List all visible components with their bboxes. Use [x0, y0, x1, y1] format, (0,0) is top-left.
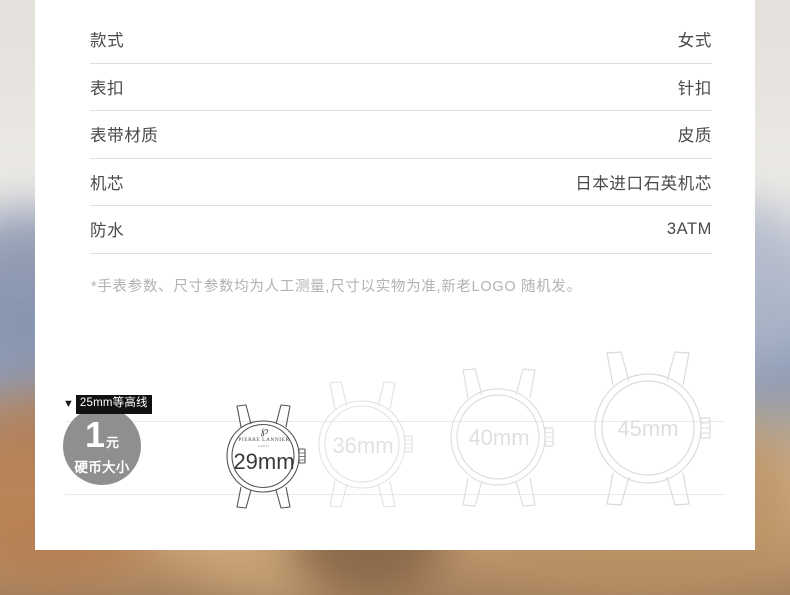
watch-silhouette-40mm: 40mm [432, 359, 566, 515]
table-row: 防水 3ATM [90, 206, 712, 254]
spec-value: 日本进口石英机芯 [575, 174, 712, 193]
watch-silhouette-29mm: ℘ PIERRE LANNIER PARIS 29mm [213, 397, 315, 515]
coin-unit: 元 [106, 434, 120, 450]
watch-silhouette-36mm: 36mm [302, 373, 424, 515]
spec-value: 针扣 [677, 79, 712, 98]
spec-label: 防水 [90, 222, 125, 241]
coin-size-reference: 1 元 硬币大小 [63, 407, 141, 485]
coin-caption: 硬币大小 [74, 459, 130, 475]
spec-value: 女式 [677, 32, 712, 51]
spec-label: 机芯 [90, 174, 125, 193]
coin-number: 1 [84, 413, 105, 455]
coin-denomination: 1 元 [84, 413, 120, 455]
table-row: 表扣 针扣 [90, 64, 712, 111]
product-detail-card: 款式 女式 表扣 针扣 表带材质 皮质 机芯 日本进口石英机芯 防水 3ATM … [35, 0, 755, 550]
watch-silhouette-45mm: 45mm [573, 341, 723, 515]
spec-value: 皮质 [677, 127, 712, 146]
spec-label: 表带材质 [90, 127, 159, 146]
spec-value: 3ATM [666, 219, 712, 238]
spec-label: 款式 [90, 32, 125, 51]
measurement-disclaimer: *手表参数、尺寸参数均为人工测量,尺寸以实物为准,新老LOGO 随机发。 [91, 279, 582, 295]
table-row: 机芯 日本进口石英机芯 [90, 159, 712, 206]
watch-size-comparison-diagram: ▼ 25mm等高线 1 元 硬币大小 ℘ PIERRE LANNIER PARI… [35, 351, 755, 515]
spec-label: 表扣 [90, 79, 125, 98]
table-row: 表带材质 皮质 [90, 111, 712, 159]
table-row: 款式 女式 [90, 16, 712, 64]
arrow-down-icon: ▼ [63, 397, 74, 410]
specification-table: 款式 女式 表扣 针扣 表带材质 皮质 机芯 日本进口石英机芯 防水 3ATM [90, 16, 712, 254]
contour-badge-label: 25mm等高线 [75, 395, 152, 414]
contour-badge: ▼ 25mm等高线 [63, 395, 152, 414]
